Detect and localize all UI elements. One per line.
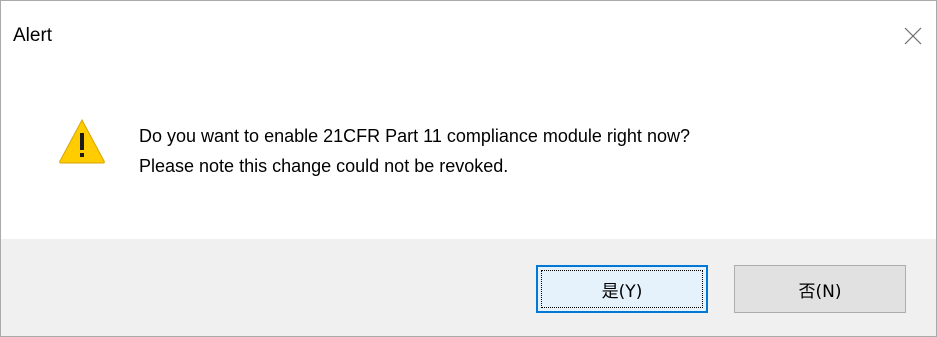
yes-button-label: 是(Y) xyxy=(601,281,643,302)
no-button[interactable]: 否(N) xyxy=(734,265,906,313)
no-button-label: 否(N) xyxy=(798,281,842,302)
button-bar: 是(Y) 否(N) xyxy=(1,239,936,336)
title-bar: Alert xyxy=(1,1,936,75)
alert-dialog: Alert Do you want to enable 21CFR Part 1… xyxy=(0,0,937,337)
message-text: Do you want to enable 21CFR Part 11 comp… xyxy=(139,121,690,181)
close-button[interactable] xyxy=(896,19,930,53)
dialog-content: Do you want to enable 21CFR Part 11 comp… xyxy=(1,75,936,239)
warning-icon xyxy=(58,118,106,164)
message-line-1: Do you want to enable 21CFR Part 11 comp… xyxy=(139,126,690,146)
close-icon xyxy=(904,27,922,45)
message-line-2: Please note this change could not be rev… xyxy=(139,156,509,176)
dialog-title: Alert xyxy=(13,25,53,46)
yes-button[interactable]: 是(Y) xyxy=(536,265,708,313)
